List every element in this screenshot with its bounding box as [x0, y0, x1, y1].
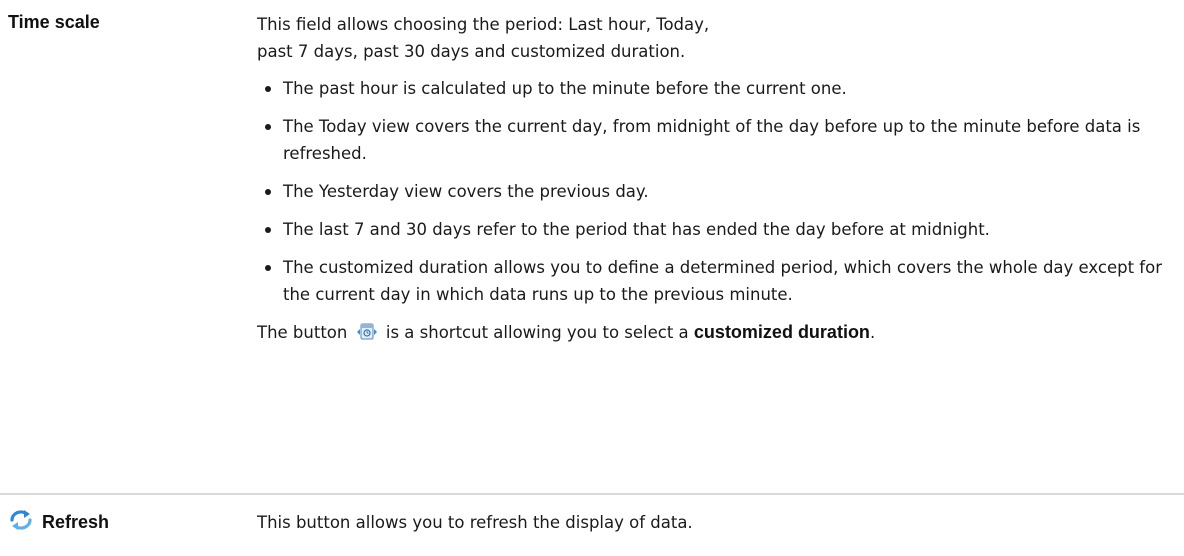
- time-scale-term: Time scale: [8, 12, 100, 32]
- time-scale-row: Time scale This field allows choosing th…: [0, 0, 1184, 496]
- shortcut-end: .: [869, 323, 876, 342]
- refresh-icon: [8, 509, 34, 536]
- bullet-last-7-30-days: The last 7 and 30 days refer to the peri…: [257, 216, 1172, 243]
- shortcut-prefix: The button: [257, 323, 348, 342]
- time-scale-description: This field allows choosing the period: L…: [257, 11, 1172, 350]
- bullet-today: The Today view covers the current day, f…: [257, 113, 1172, 167]
- refresh-term: Refresh: [8, 509, 109, 536]
- time-scale-bullet-list: The past hour is calculated up to the mi…: [257, 75, 1172, 308]
- shortcut-customized-duration: customized duration: [693, 322, 870, 342]
- refresh-row: Refresh This button allows you to refres…: [0, 497, 1184, 556]
- time-scale-intro-line-2: past 7 days, past 30 days and customized…: [257, 42, 686, 61]
- time-scale-intro-line-1: This field allows choosing the period: L…: [257, 15, 710, 34]
- refresh-description: This button allows you to refresh the di…: [257, 513, 693, 532]
- row-divider: [0, 493, 1184, 495]
- bullet-past-hour: The past hour is calculated up to the mi…: [257, 75, 1172, 102]
- bullet-yesterday: The Yesterday view covers the previous d…: [257, 178, 1172, 205]
- refresh-label: Refresh: [42, 512, 110, 532]
- shortcut-sentence: The button is a shortcut allowing you to…: [257, 319, 1172, 350]
- bullet-customized-duration: The customized duration allows you to de…: [257, 254, 1172, 308]
- shortcut-mid: is a shortcut allowing you to select a: [385, 323, 689, 342]
- calendar-button-icon: [356, 322, 378, 350]
